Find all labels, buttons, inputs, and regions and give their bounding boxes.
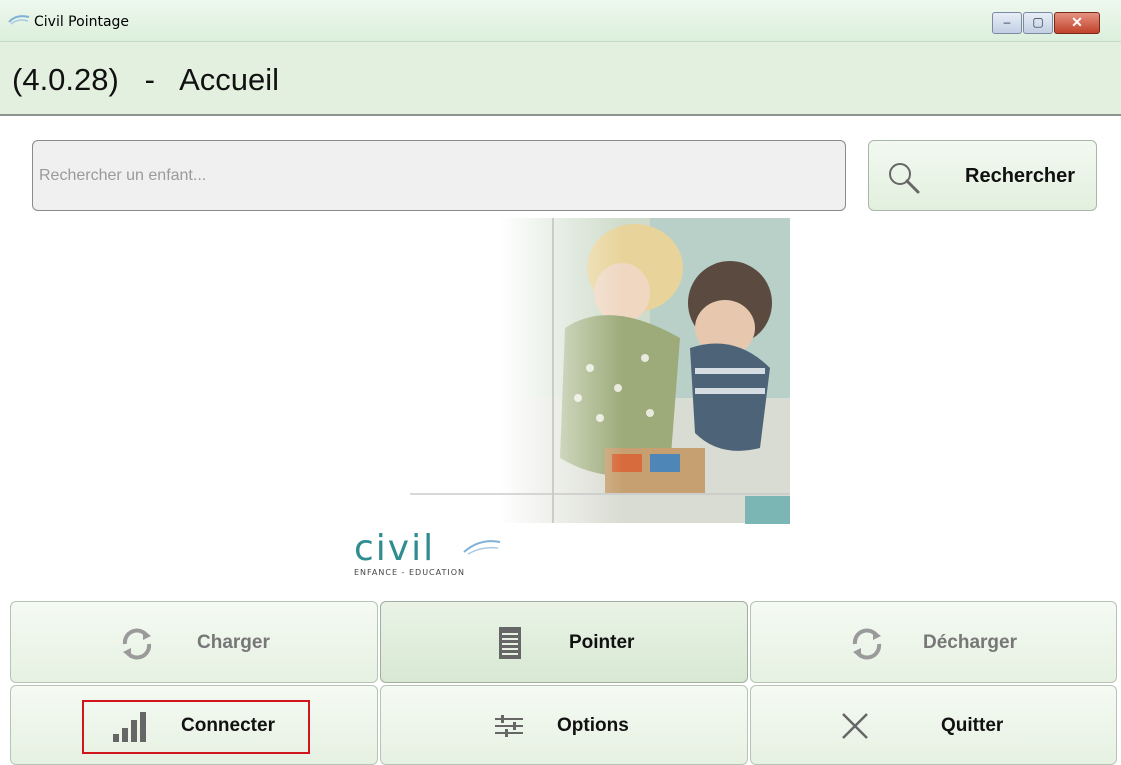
search-button[interactable]: Rechercher [868, 140, 1097, 211]
quitter-button[interactable]: Quitter [750, 685, 1117, 765]
sliders-icon [495, 715, 523, 737]
window-title: Civil Pointage [34, 14, 130, 30]
refresh-icon [122, 628, 152, 660]
civil-logo: civil ENFANCE - EDUCATION [352, 528, 512, 580]
pointer-label: Pointer [569, 632, 635, 653]
options-label: Options [557, 715, 629, 736]
quitter-label: Quitter [941, 715, 1004, 736]
charger-button[interactable]: Charger [10, 601, 378, 683]
search-field[interactable] [32, 140, 846, 211]
connecter-highlight-frame [82, 700, 310, 754]
close-window-button[interactable]: ✕ [1054, 12, 1100, 34]
search-button-label: Rechercher [965, 165, 1076, 187]
logo-wordmark: civil [354, 528, 436, 569]
photo-divider-vertical [552, 218, 554, 523]
page-title: (4.0.28) - Accueil [12, 62, 280, 97]
search-icon [889, 163, 920, 194]
photo-accent-block [745, 496, 790, 524]
decharger-label: Décharger [923, 632, 1017, 653]
logo-swoosh-icon [463, 540, 501, 555]
maximize-button[interactable]: ▢ [1023, 12, 1053, 34]
options-button[interactable]: Options [380, 685, 748, 765]
window-titlebar[interactable]: Civil Pointage – ▢ ✕ [0, 0, 1121, 42]
minimize-icon: – [1003, 15, 1011, 29]
close-icon [842, 713, 868, 739]
close-icon: ✕ [1071, 14, 1083, 30]
refresh-icon [852, 628, 882, 660]
list-icon [499, 627, 521, 659]
page-header: (4.0.28) - Accueil [0, 42, 1121, 116]
app-logo-icon [8, 15, 30, 25]
photo-divider-horizontal [410, 493, 790, 495]
pointer-button[interactable]: Pointer [380, 601, 748, 683]
decharger-button[interactable]: Décharger [750, 601, 1117, 683]
charger-label: Charger [197, 632, 270, 653]
minimize-button[interactable]: – [992, 12, 1022, 34]
logo-tagline: ENFANCE - EDUCATION [354, 568, 466, 577]
maximize-icon: ▢ [1032, 15, 1044, 29]
search-input[interactable] [33, 141, 845, 210]
